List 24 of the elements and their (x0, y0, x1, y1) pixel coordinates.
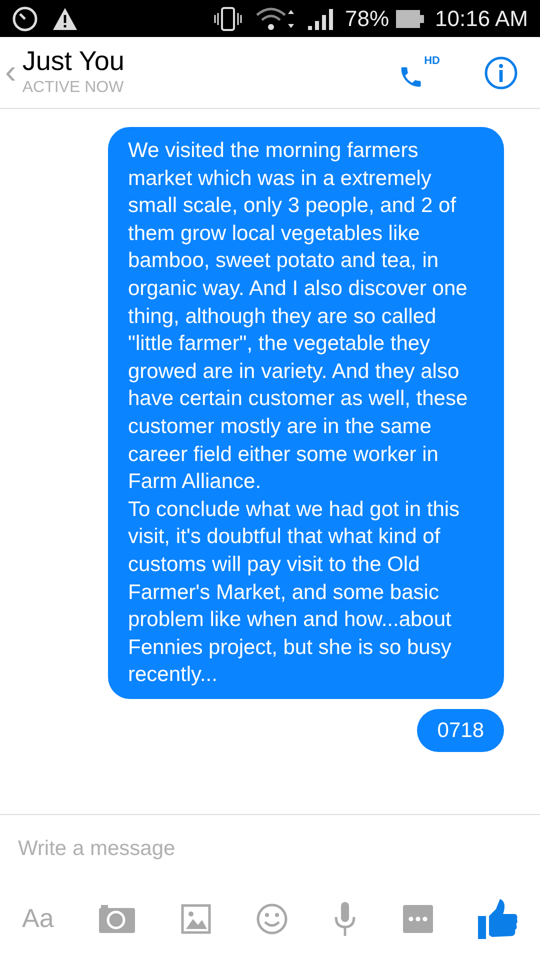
message-text: To conclude what we had got in this visit, it's doubtful that what kind of customs will pay visit to the Old Farmer's Market, and some basic problem like when and how...about Fennies project, but she is so busy recently... (128, 496, 461, 688)
emoji-icon[interactable] (256, 902, 288, 934)
image-icon[interactable] (180, 904, 211, 934)
contact-name: Just You (22, 46, 124, 76)
active-status: ACTIVE NOW (22, 78, 124, 98)
text-style-button[interactable]: Aa (22, 899, 54, 938)
clock-time: 10:16 AM (435, 5, 528, 33)
camera-icon[interactable] (99, 904, 136, 932)
battery-percentage: 78% (345, 5, 390, 33)
message-text: We visited the morning farmers market which was in a extremely small scale, only 3 people, and 2 of them grow local vegetables like bamboo, sweet potato and tea, in organic way. And I also discover one thing, although they are so called "little farmer", the vegetable they growed are in variety. And they also have certain customer as well, these customer mostly are in the same career field either some worker in Farm Alliance. (128, 138, 469, 496)
info-icon[interactable] (484, 56, 518, 90)
microphone-icon[interactable] (333, 902, 358, 936)
thumbs-up-icon[interactable] (478, 898, 518, 938)
signal-icon (307, 6, 333, 30)
message-text: 0718 (437, 718, 484, 744)
battery-icon (395, 8, 426, 30)
message-input[interactable]: Write a message (18, 833, 522, 864)
warning-icon (52, 6, 78, 30)
more-icon[interactable] (402, 904, 433, 932)
wifi-icon (255, 6, 297, 32)
stopwatch-icon (12, 6, 38, 32)
hd-call-button[interactable]: HD (398, 54, 440, 90)
back-button[interactable]: ‹ (5, 54, 16, 90)
vibrate-icon (213, 6, 243, 32)
